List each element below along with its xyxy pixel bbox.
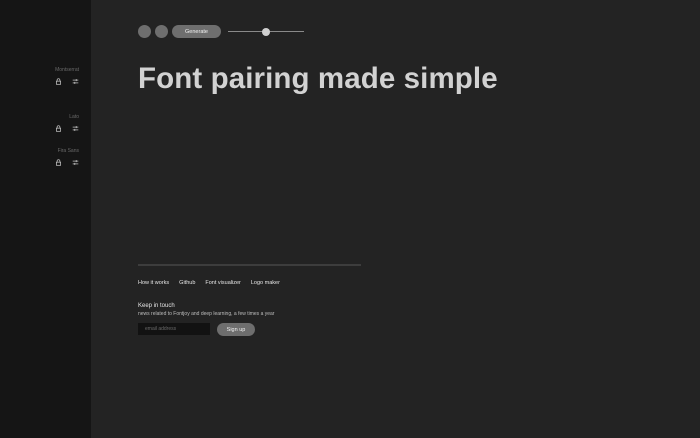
circle-button-1[interactable]: [138, 25, 151, 38]
font-group-2: Lato: [55, 114, 79, 132]
footer-link-github[interactable]: Github: [179, 280, 195, 286]
footer-nav: How it works Github Font visualizer Logo…: [138, 280, 290, 286]
font-controls: [55, 78, 79, 85]
lock-icon[interactable]: [55, 125, 62, 132]
page-title: Font pairing made simple: [138, 62, 498, 95]
sidebar: Montserrat Lato Fira Sans: [0, 0, 91, 438]
email-field[interactable]: [138, 323, 210, 335]
font-controls: [55, 125, 79, 132]
lock-icon[interactable]: [55, 159, 62, 166]
slider-thumb[interactable]: [262, 27, 270, 36]
font-name: Montserrat: [55, 67, 79, 73]
newsletter-title: Keep in touch: [138, 303, 175, 309]
font-group-1: Montserrat: [55, 67, 79, 85]
footer-link-logo-maker[interactable]: Logo maker: [251, 280, 280, 286]
generate-button[interactable]: Generate: [172, 25, 221, 38]
sliders-icon[interactable]: [72, 78, 79, 85]
circle-button-2[interactable]: [155, 25, 168, 38]
footer-link-font-visualizer[interactable]: Font visualizer: [205, 280, 240, 286]
newsletter-description: news related to Fontjoy and deep learnin…: [138, 311, 275, 317]
signup-button[interactable]: Sign up: [217, 323, 255, 336]
sliders-icon[interactable]: [72, 125, 79, 132]
main-content: Generate Font pairing made simple How it…: [91, 0, 700, 438]
font-controls: [55, 159, 79, 166]
footer-link-how-it-works[interactable]: How it works: [138, 280, 169, 286]
font-name: Lato: [69, 114, 79, 120]
font-group-3: Fira Sans: [55, 148, 79, 166]
lock-icon[interactable]: [55, 78, 62, 85]
divider: [138, 264, 361, 266]
slider-track[interactable]: [228, 27, 304, 36]
font-name: Fira Sans: [57, 148, 79, 154]
sliders-icon[interactable]: [72, 159, 79, 166]
